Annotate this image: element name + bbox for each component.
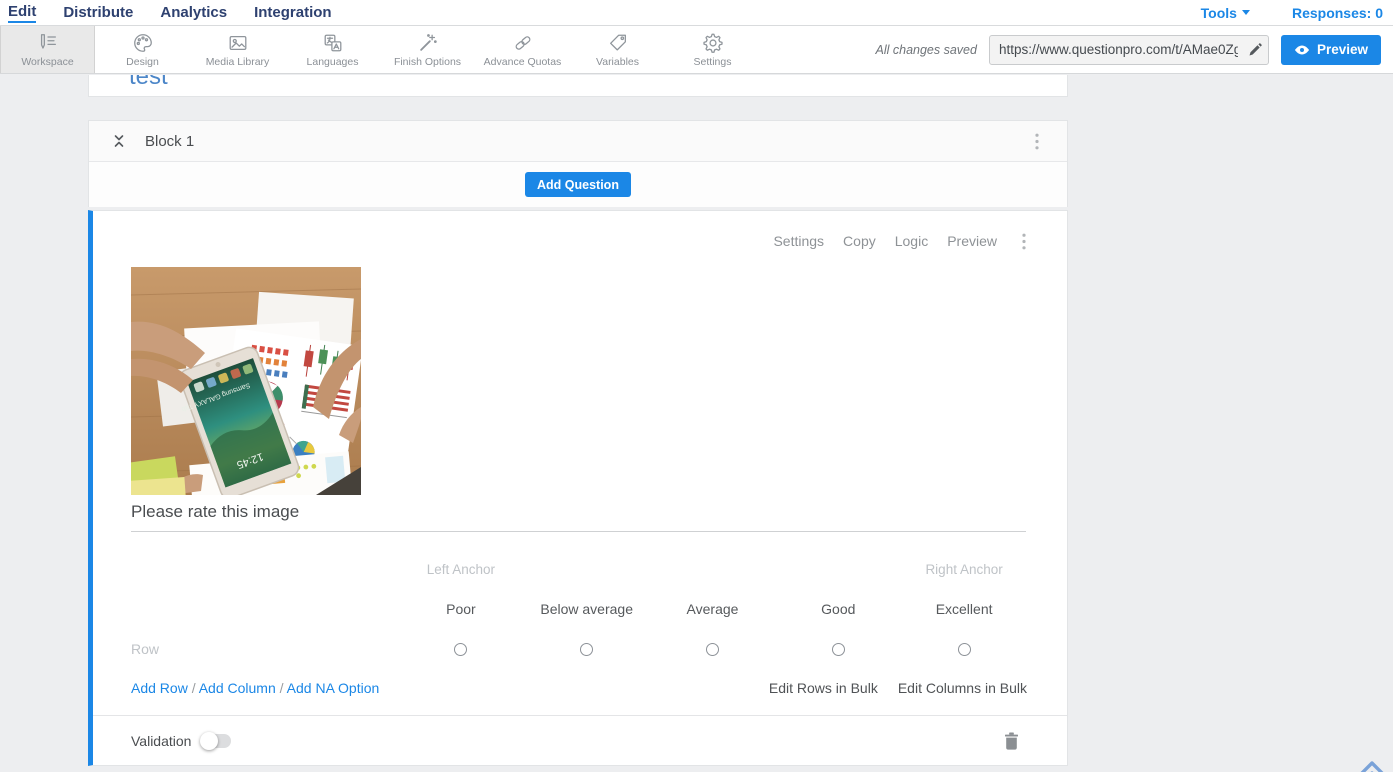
block-header: Block 1 bbox=[89, 121, 1067, 162]
validation-label: Validation bbox=[131, 733, 191, 749]
toolbar-tab-workspace[interactable]: Workspace bbox=[0, 26, 95, 73]
variables-icon bbox=[607, 32, 629, 54]
column-header-good[interactable]: Good bbox=[775, 601, 901, 617]
edit-rows-in-bulk-link[interactable]: Edit Rows in Bulk bbox=[769, 680, 878, 696]
question-image[interactable]: 55% 50% bbox=[131, 267, 361, 495]
left-anchor-input[interactable] bbox=[398, 562, 524, 577]
anchor-row bbox=[131, 562, 1027, 577]
rating-radio-poor[interactable] bbox=[454, 643, 467, 656]
advance-quotas-icon bbox=[512, 32, 534, 54]
column-header-excellent[interactable]: Excellent bbox=[901, 601, 1027, 617]
top-nav: Edit Distribute Analytics Integration To… bbox=[0, 0, 1393, 26]
question-footer: Validation bbox=[93, 715, 1067, 765]
pencil-icon[interactable] bbox=[1247, 42, 1263, 63]
toggle-knob bbox=[200, 732, 218, 750]
row-label-input[interactable] bbox=[131, 641, 385, 657]
toolbar-tab-label: Workspace bbox=[21, 56, 73, 68]
toolbar-tab-label: Media Library bbox=[206, 56, 270, 68]
question-copy-link[interactable]: Copy bbox=[843, 233, 876, 249]
toolbar-tab-variables[interactable]: Variables bbox=[570, 26, 665, 73]
rating-radio-good[interactable] bbox=[832, 643, 845, 656]
toolbar-tab-languages[interactable]: Languages bbox=[285, 26, 380, 73]
settings-icon bbox=[702, 32, 724, 54]
matrix-links-row: Add Row / Add Column / Add NA Option Edi… bbox=[131, 680, 1027, 696]
nav-item-integration[interactable]: Integration bbox=[254, 4, 332, 22]
survey-url-input[interactable] bbox=[989, 35, 1269, 65]
validation-toggle[interactable] bbox=[201, 734, 231, 748]
rating-matrix: Poor Below average Average Good Excellen… bbox=[131, 562, 1027, 696]
question-card: Settings Copy Logic Preview bbox=[88, 210, 1068, 766]
question-actions: Settings Copy Logic Preview bbox=[131, 231, 1026, 251]
media-library-icon bbox=[227, 32, 249, 54]
toolbar-tab-settings[interactable]: Settings bbox=[665, 26, 760, 73]
add-column-link[interactable]: Add Column bbox=[199, 680, 276, 696]
toolbar-tab-label: Variables bbox=[596, 56, 639, 68]
add-na-option-link[interactable]: Add NA Option bbox=[287, 680, 380, 696]
nav-item-analytics[interactable]: Analytics bbox=[160, 4, 227, 22]
survey-editor-canvas: test Block 1 Add Question Settings Copy … bbox=[0, 75, 1393, 772]
toolbar-tab-label: Finish Options bbox=[394, 56, 461, 68]
save-status: All changes saved bbox=[876, 43, 977, 57]
block-title[interactable]: Block 1 bbox=[145, 133, 194, 150]
toolbar-tab-label: Advance Quotas bbox=[484, 56, 562, 68]
add-question-button[interactable]: Add Question bbox=[525, 172, 631, 197]
languages-icon bbox=[322, 32, 344, 54]
design-icon bbox=[132, 32, 154, 54]
block-card: Block 1 Add Question bbox=[88, 120, 1068, 207]
survey-toolbar: Workspace Design Media Library Languages… bbox=[0, 26, 1393, 74]
column-header-row: Poor Below average Average Good Excellen… bbox=[131, 601, 1027, 617]
kebab-menu-icon[interactable] bbox=[1035, 133, 1039, 150]
scroll-to-top-icon[interactable] bbox=[1356, 757, 1388, 772]
question-settings-link[interactable]: Settings bbox=[773, 233, 824, 249]
trash-icon[interactable] bbox=[1004, 732, 1019, 750]
toolbar-tab-advance-quotas[interactable]: Advance Quotas bbox=[475, 26, 570, 73]
rating-radio-excellent[interactable] bbox=[958, 643, 971, 656]
preview-button[interactable]: Preview bbox=[1281, 35, 1381, 65]
survey-title-card: test bbox=[88, 75, 1068, 97]
workspace-icon bbox=[37, 32, 59, 54]
edit-columns-in-bulk-link[interactable]: Edit Columns in Bulk bbox=[898, 680, 1027, 696]
column-header-poor[interactable]: Poor bbox=[398, 601, 524, 617]
nav-item-edit[interactable]: Edit bbox=[8, 3, 36, 23]
finish-options-icon bbox=[417, 32, 439, 54]
survey-url-field bbox=[989, 35, 1269, 65]
question-text-input[interactable] bbox=[131, 496, 1026, 532]
toolbar-tab-finish-options[interactable]: Finish Options bbox=[380, 26, 475, 73]
column-header-average[interactable]: Average bbox=[650, 601, 776, 617]
rating-radio-average[interactable] bbox=[706, 643, 719, 656]
caret-down-icon bbox=[1242, 10, 1250, 15]
link-separator: / bbox=[192, 680, 196, 696]
rating-radio-below-average[interactable] bbox=[580, 643, 593, 656]
question-preview-link[interactable]: Preview bbox=[947, 233, 997, 249]
eye-icon bbox=[1294, 44, 1310, 56]
toolbar-tab-design[interactable]: Design bbox=[95, 26, 190, 73]
toolbar-tab-label: Settings bbox=[694, 56, 732, 68]
tools-dropdown[interactable]: Tools bbox=[1201, 5, 1250, 21]
collapse-icon[interactable] bbox=[111, 133, 127, 149]
question-logic-link[interactable]: Logic bbox=[895, 233, 928, 249]
responses-count[interactable]: Responses: 0 bbox=[1292, 5, 1383, 21]
matrix-row bbox=[131, 641, 1027, 657]
column-header-below-average[interactable]: Below average bbox=[524, 601, 650, 617]
toolbar-tab-label: Design bbox=[126, 56, 159, 68]
toolbar-tab-label: Languages bbox=[307, 56, 359, 68]
link-separator: / bbox=[280, 680, 284, 696]
right-anchor-input[interactable] bbox=[901, 562, 1027, 577]
toolbar-tab-media-library[interactable]: Media Library bbox=[190, 26, 285, 73]
add-row-link[interactable]: Add Row bbox=[131, 680, 188, 696]
nav-item-distribute[interactable]: Distribute bbox=[63, 4, 133, 22]
add-question-strip: Add Question bbox=[89, 162, 1067, 207]
kebab-menu-icon[interactable] bbox=[1022, 233, 1026, 250]
survey-title[interactable]: test bbox=[129, 75, 168, 91]
